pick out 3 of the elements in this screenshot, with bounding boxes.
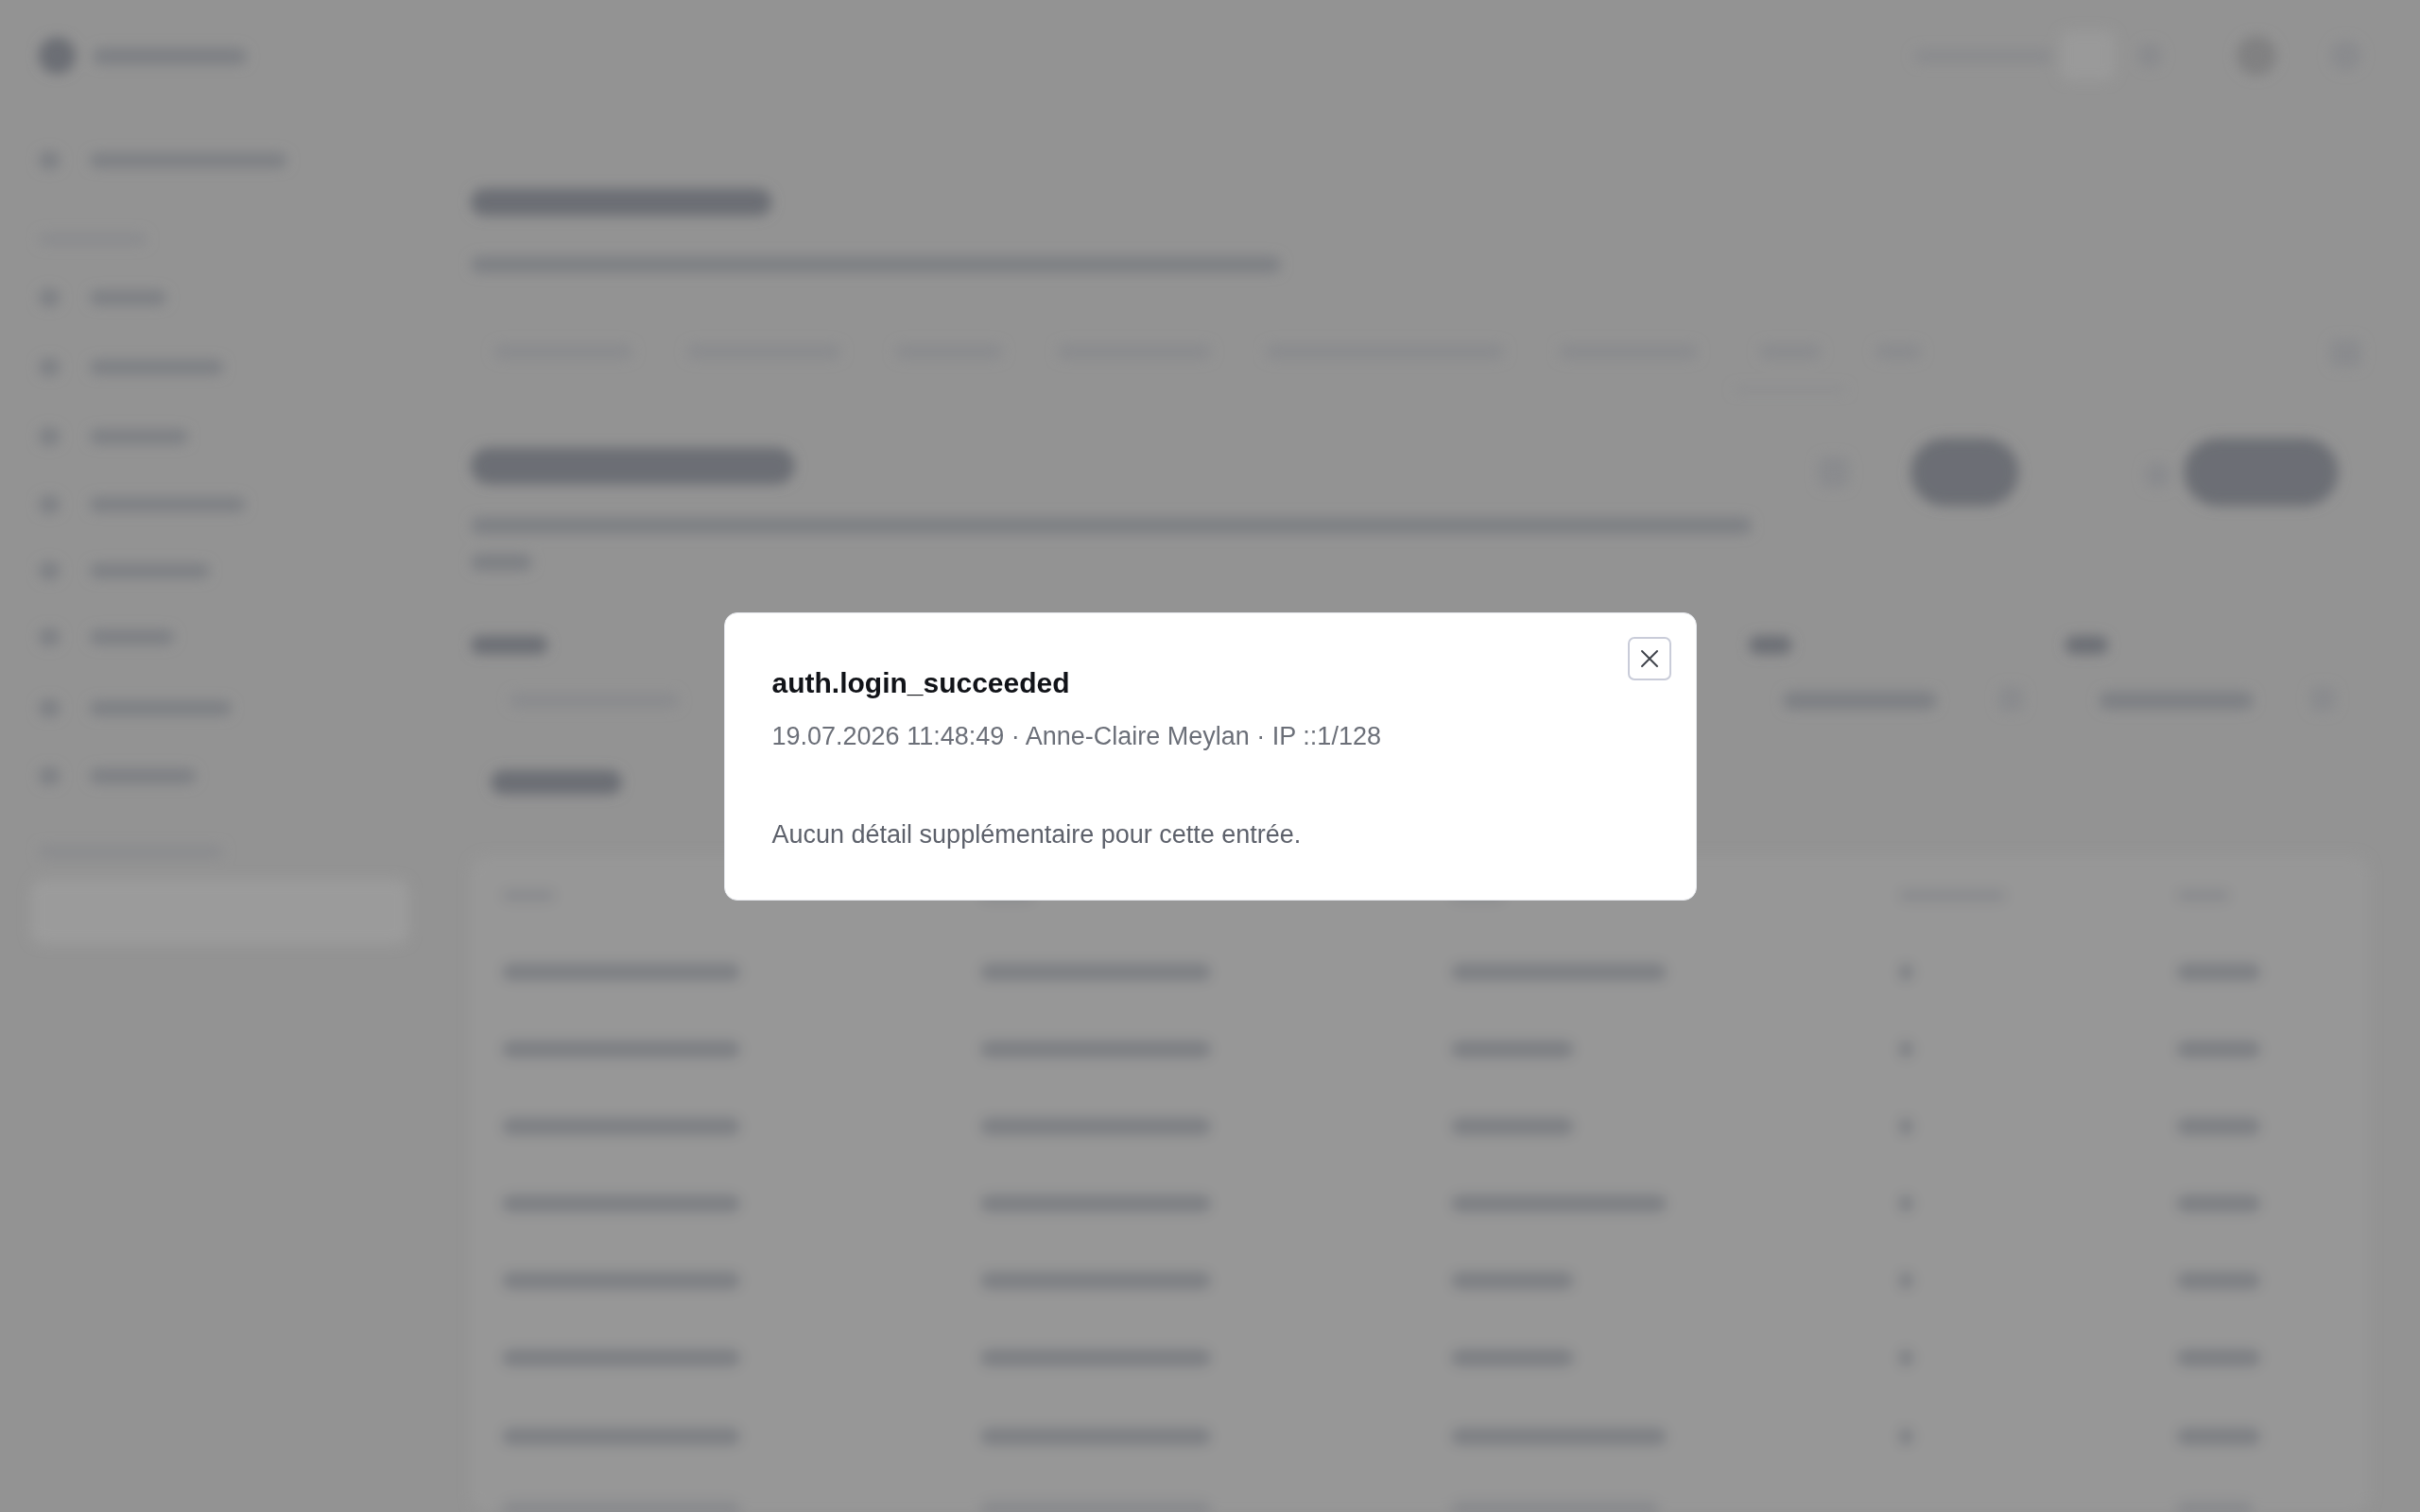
dialog-title: auth.login_succeeded: [771, 665, 1071, 700]
dialog-message: Aucun détail supplémentaire pour cette entrée.: [771, 818, 1303, 850]
entry-meta-line: 19.07.2026 11:48:49 · Anne-Claire Meylan · IP ::1/128: [771, 720, 1382, 752]
